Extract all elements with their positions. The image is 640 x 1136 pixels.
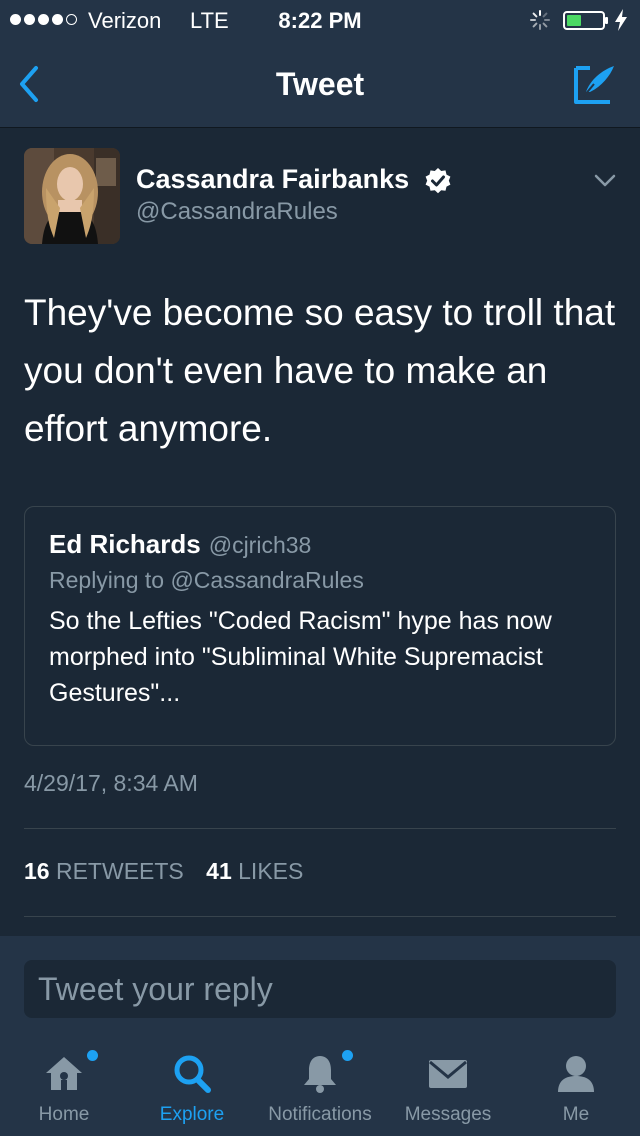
tab-label: Messages bbox=[404, 1104, 492, 1125]
person-icon bbox=[558, 1056, 594, 1092]
search-icon bbox=[174, 1055, 211, 1093]
battery-icon bbox=[563, 11, 608, 30]
tab-label: Me bbox=[562, 1104, 590, 1125]
tab-me[interactable]: Me bbox=[512, 1036, 640, 1136]
navigation-bar: Tweet bbox=[0, 40, 640, 128]
quoted-tweet-header: Ed Richards @cjrich38 bbox=[49, 529, 311, 560]
tweet-text: They've become so easy to troll that you… bbox=[24, 292, 616, 449]
tab-label: Notifications bbox=[268, 1104, 372, 1125]
tab-explore[interactable]: Explore bbox=[128, 1036, 256, 1136]
quoted-author-name: Ed Richards bbox=[49, 529, 201, 559]
home-notification-dot bbox=[87, 1050, 98, 1061]
tweet-timestamp: 4/29/17, 8:34 AM bbox=[24, 770, 198, 796]
author-name[interactable]: Cassandra Fairbanks bbox=[136, 164, 409, 195]
avatar[interactable] bbox=[24, 148, 120, 244]
page-title: Tweet bbox=[275, 66, 365, 102]
divider bbox=[24, 828, 616, 829]
tweet-stats: 16 RETWEETS 41 LIKES bbox=[24, 858, 319, 885]
tab-home[interactable]: Home bbox=[0, 1036, 128, 1136]
quoted-tweet-card[interactable]: Ed Richards @cjrich38 Replying to @Cassan… bbox=[24, 506, 616, 746]
divider bbox=[24, 916, 616, 917]
replying-to-label: Replying to @CassandraRules bbox=[49, 567, 364, 593]
retweets-count[interactable]: 16 bbox=[24, 858, 50, 884]
author-handle[interactable]: @CassandraRules bbox=[136, 198, 338, 226]
status-bar: Verizon LTE 8:22 PM bbox=[0, 0, 640, 40]
chevron-down-icon[interactable] bbox=[592, 172, 618, 190]
likes-label[interactable]: LIKES bbox=[238, 858, 303, 884]
likes-count[interactable]: 41 bbox=[206, 858, 232, 884]
verified-badge-icon bbox=[425, 168, 451, 194]
reply-bar bbox=[0, 936, 640, 1036]
tab-label: Explore bbox=[159, 1104, 225, 1125]
envelope-icon bbox=[429, 1060, 467, 1088]
charging-bolt-icon bbox=[615, 9, 627, 31]
quoted-author-handle: @cjrich38 bbox=[208, 532, 312, 558]
tab-messages[interactable]: Messages bbox=[384, 1036, 512, 1136]
bell-icon bbox=[304, 1056, 336, 1093]
reply-input[interactable] bbox=[24, 960, 616, 1018]
quoted-tweet-text: So the Lefties "Coded Racism" hype has n… bbox=[49, 607, 552, 707]
tab-notifications[interactable]: Notifications bbox=[256, 1036, 384, 1136]
activity-spinner-icon bbox=[530, 10, 550, 30]
tab-bar: Home Explore Notifications Messages Me bbox=[0, 1036, 640, 1136]
compose-tweet-icon[interactable] bbox=[572, 62, 618, 106]
retweets-label[interactable]: RETWEETS bbox=[56, 858, 184, 884]
notifications-dot bbox=[342, 1050, 353, 1061]
home-icon bbox=[46, 1057, 82, 1090]
